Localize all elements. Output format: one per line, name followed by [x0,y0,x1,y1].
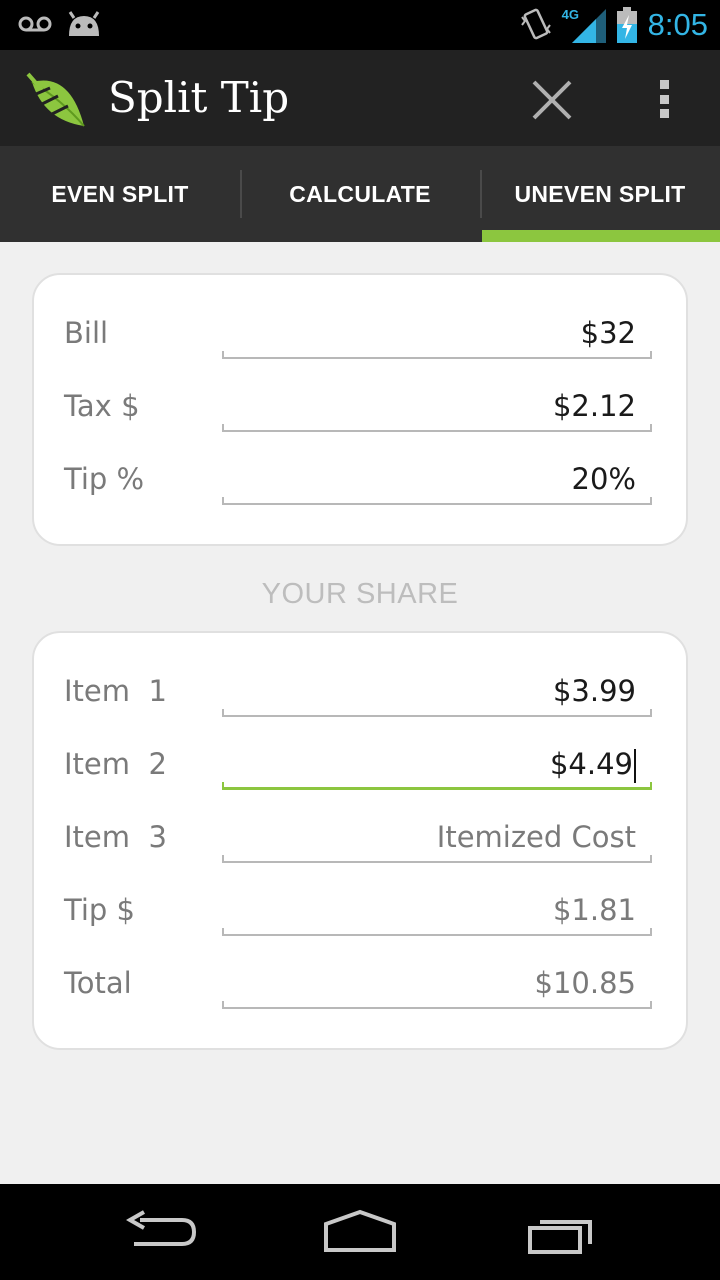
tax-row: Tax $ $2.12 [34,376,690,436]
tip-percent-value: 20% [571,462,636,496]
action-bar: Split Tip [0,50,720,146]
home-icon[interactable] [320,1206,400,1258]
total-row: Total $10.85 [34,953,690,1013]
item-2-input[interactable]: $4.49 [222,734,652,790]
share-card: Item 1 $3.99 Item 2 $4.49 Item 3 Itemize… [32,631,688,1050]
tip-amount-row: Tip $ $1.81 [34,880,690,940]
voicemail-icon [18,16,52,32]
item-2-value-wrap: $4.49 [550,744,636,784]
bill-label: Bill [64,316,109,350]
tip-percent-label: Tip % [64,462,145,496]
battery-charging-icon [616,7,637,43]
close-icon[interactable] [526,74,578,126]
tip-amount-label: Tip $ [64,893,135,927]
tax-input[interactable]: $2.12 [222,376,652,432]
item-1-row: Item 1 $3.99 [34,661,690,721]
total-value: $10.85 [534,966,636,1000]
clock: 8:05 [647,7,708,42]
bill-value: $32 [580,316,636,350]
item-3-row: Item 3 Itemized Cost [34,807,690,867]
tip-amount-field: $1.81 [222,880,652,936]
tax-label: Tax $ [64,389,140,423]
tab-label: CALCULATE [289,180,431,207]
item-2-label: Item 2 [64,747,167,781]
your-share-heading: YOUR SHARE [261,578,459,610]
tip-percent-input[interactable]: 20% [222,449,652,505]
item-3-label: Item 3 [64,820,167,854]
bill-input[interactable]: $32 [222,303,652,359]
item-2-row: Item 2 $4.49 [34,734,690,794]
item-3-input[interactable]: Itemized Cost [222,807,652,863]
item-3-placeholder: Itemized Cost [436,820,636,854]
vibrate-icon [520,8,551,40]
recent-apps-icon[interactable] [520,1206,600,1258]
bill-row: Bill $32 [34,303,690,363]
bill-card: Bill $32 Tax $ $2.12 Tip % 20% [32,273,688,546]
android-icon [68,11,100,36]
item-2-value: $4.49 [549,747,633,781]
item-1-value: $3.99 [552,674,636,708]
tab-label: UNEVEN SPLIT [514,180,686,207]
signal-icon: 4G [562,5,606,45]
tab-uneven-split[interactable]: UNEVEN SPLIT [480,146,720,242]
tab-label: EVEN SPLIT [51,180,189,207]
total-label: Total [64,966,132,1000]
text-cursor [634,749,636,783]
tab-calculate[interactable]: CALCULATE [240,146,480,242]
item-1-label: Item 1 [64,674,167,708]
tip-percent-row: Tip % 20% [34,449,690,509]
app-title: Split Tip [108,73,290,122]
tab-bar: EVEN SPLIT CALCULATE UNEVEN SPLIT [0,146,720,242]
back-icon[interactable] [120,1206,200,1258]
tip-amount-value: $1.81 [552,893,636,927]
overflow-menu-icon[interactable] [650,76,678,122]
item-1-input[interactable]: $3.99 [222,661,652,717]
status-bar: 4G 8:05 [0,0,720,50]
tab-even-split[interactable]: EVEN SPLIT [0,146,240,242]
leaf-logo-icon[interactable] [26,68,88,130]
total-field: $10.85 [222,953,652,1009]
tax-value: $2.12 [552,389,636,423]
navigation-bar [0,1184,720,1280]
